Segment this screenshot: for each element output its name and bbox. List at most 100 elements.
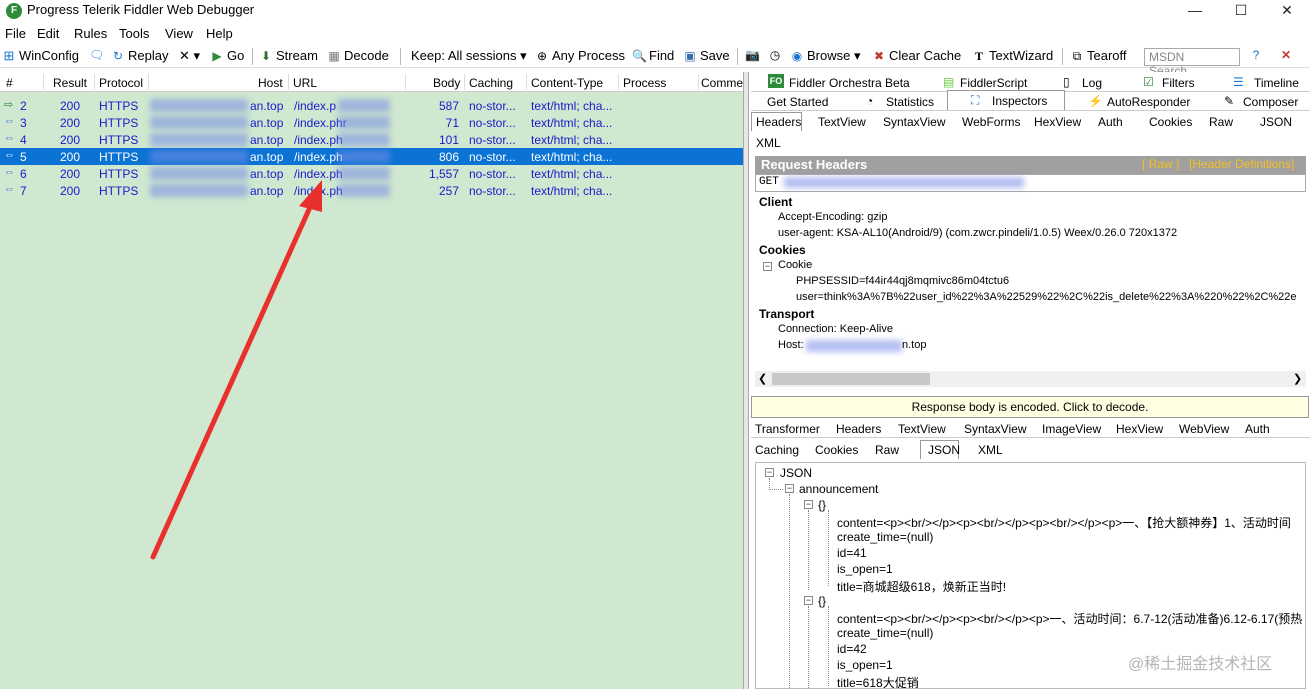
tab-log[interactable]: Log [1082, 76, 1102, 90]
browse-button[interactable]: ◉ Browse ▾ [790, 48, 861, 64]
log-icon: ▯ [1063, 75, 1070, 89]
resp-tab-cookies[interactable]: Cookies [815, 443, 858, 457]
resp-tab-webview[interactable]: WebView [1179, 422, 1229, 436]
column-divider [464, 74, 465, 90]
resp-tab-auth[interactable]: Auth [1245, 422, 1270, 436]
session-row[interactable]: ⇨ 2 200 HTTPS an.top/index.p 587 no-stor... tex… [0, 97, 743, 114]
tab-fiddler-orchestra[interactable]: Fiddler Orchestra Beta [789, 76, 910, 90]
menu-rules[interactable]: Rules [74, 26, 107, 41]
cookie-collapse-toggle[interactable]: − [763, 262, 772, 271]
clear-cache-button[interactable]: ✖ Clear Cache [872, 48, 961, 63]
tab-timeline[interactable]: Timeline [1254, 76, 1299, 90]
item1-toggle[interactable]: − [804, 500, 813, 509]
req-tab-webforms[interactable]: WebForms [962, 115, 1020, 129]
req-tab-cookies[interactable]: Cookies [1149, 115, 1192, 129]
session-row[interactable]: ⇔ 3 200 HTTPS an.top/index.phr 71 no-stor... te… [0, 114, 743, 131]
timer-button[interactable]: ◷ [768, 48, 782, 62]
header-definitions-link[interactable]: [Header Definitions] [1189, 157, 1294, 171]
tearoff-button[interactable]: ⧉ Tearoff [1070, 48, 1127, 63]
scroll-left-icon[interactable]: ❮ [758, 372, 767, 385]
col-content-type[interactable]: Content-Type [531, 76, 603, 90]
req-tab-hexview[interactable]: HexView [1034, 115, 1081, 129]
remove-button[interactable]: ✕ ▾ [179, 48, 200, 64]
composer-pencil-icon: ✎ [1224, 94, 1235, 108]
any-process-button[interactable]: ⊕ Any Process [535, 48, 625, 63]
item1-id: id=41 [837, 546, 867, 560]
col-url[interactable]: URL [293, 76, 317, 90]
help-button[interactable]: ? [1249, 48, 1263, 62]
resp-tab-imageview[interactable]: ImageView [1042, 422, 1101, 436]
json-root-toggle[interactable]: − [765, 468, 774, 477]
tearoff-label: Tearoff [1087, 48, 1127, 63]
resp-tab-syntaxview[interactable]: SyntaxView [964, 422, 1026, 436]
redacted-host [150, 167, 248, 180]
keep-sessions-dropdown[interactable]: Keep: All sessions ▾ [411, 48, 527, 64]
resp-tab-raw[interactable]: Raw [875, 443, 899, 457]
maximize-button[interactable]: ☐ [1218, 0, 1264, 22]
resp-tab-transformer[interactable]: Transformer [755, 422, 820, 436]
msdn-search-input[interactable]: MSDN Search... [1144, 48, 1240, 78]
tab-statistics[interactable]: Statistics [886, 95, 934, 109]
resp-tab-caching[interactable]: Caching [755, 443, 799, 457]
req-tab-headers[interactable]: Headers [756, 115, 801, 129]
col-host[interactable]: Host [258, 76, 283, 90]
resp-tab-json[interactable]: JSON [928, 443, 960, 457]
tab-filters[interactable]: Filters [1162, 76, 1195, 90]
col-process[interactable]: Process [623, 76, 666, 90]
menu-edit[interactable]: Edit [37, 26, 59, 41]
find-button[interactable]: 🔍 Find [632, 48, 674, 63]
comment-button[interactable]: 🗨 [89, 48, 104, 62]
close-button[interactable]: ✕ [1264, 0, 1310, 22]
col-comments[interactable]: Commen [701, 76, 743, 90]
session-row[interactable]: ⇔ 7 200 HTTPS an.top/index.ph 257 no-stor... te… [0, 182, 743, 199]
tab-autoresponder[interactable]: AutoResponder [1107, 95, 1190, 109]
session-caching: no-stor... [469, 99, 516, 113]
req-tab-raw[interactable]: Raw [1209, 115, 1233, 129]
session-row[interactable]: ⇔ 4 200 HTTPS an.top/index.ph 101 no-stor... te… [0, 131, 743, 148]
decode-notice-bar[interactable]: Response body is encoded. Click to decod… [751, 396, 1309, 418]
session-row[interactable]: ⇔ 5 200 HTTPS an.top/index.ph 806 no-stor... te… [0, 148, 743, 165]
textwizard-button[interactable]: T TextWizard [972, 48, 1053, 63]
resp-tab-textview[interactable]: TextView [898, 422, 946, 436]
session-body: 71 [445, 116, 459, 130]
save-button[interactable]: ▣ Save [683, 48, 729, 63]
col-caching[interactable]: Caching [469, 76, 513, 90]
raw-link[interactable]: [ Raw ] [1142, 157, 1179, 171]
menu-tools[interactable]: Tools [119, 26, 149, 41]
col-number[interactable]: # [6, 76, 13, 90]
go-button[interactable]: ▶ Go [210, 48, 244, 63]
announcement-toggle[interactable]: − [785, 484, 794, 493]
req-tab-auth[interactable]: Auth [1098, 115, 1123, 129]
session-ctype: text/html; cha... [531, 116, 613, 130]
tab-fiddlerscript[interactable]: FiddlerScript [960, 76, 1027, 90]
menu-file[interactable]: File [5, 26, 26, 41]
tab-composer[interactable]: Composer [1243, 95, 1298, 109]
item1-create-time: create_time=(null) [837, 530, 934, 544]
tab-inspectors[interactable]: Inspectors [992, 94, 1047, 108]
req-tab-xml[interactable]: XML [756, 136, 781, 150]
decode-button[interactable]: ▦ Decode [327, 48, 388, 63]
stream-button[interactable]: ⬇ Stream [259, 48, 318, 63]
replay-button[interactable]: ↻ Replay [111, 48, 169, 63]
req-tab-json[interactable]: JSON [1260, 115, 1292, 129]
item2-toggle[interactable]: − [804, 596, 813, 605]
col-protocol[interactable]: Protocol [99, 76, 143, 90]
sessions-list[interactable]: # Result Protocol Host URL Body Caching … [0, 72, 743, 689]
scrollbar-thumb[interactable] [772, 373, 930, 385]
menu-view[interactable]: View [165, 26, 193, 41]
minimize-button[interactable]: — [1172, 0, 1218, 22]
resp-tab-hexview[interactable]: HexView [1116, 422, 1163, 436]
col-body[interactable]: Body [433, 76, 460, 90]
session-row[interactable]: ⇔ 6 200 HTTPS an.top/index.ph 1,557 no-stor...… [0, 165, 743, 182]
screenshot-button[interactable]: 📷 [745, 48, 760, 62]
resp-tab-xml[interactable]: XML [978, 443, 1003, 457]
col-result[interactable]: Result [53, 76, 87, 90]
resp-tab-headers[interactable]: Headers [836, 422, 881, 436]
req-tab-textview[interactable]: TextView [818, 115, 866, 129]
scroll-right-icon[interactable]: ❯ [1293, 372, 1302, 385]
tab-get-started[interactable]: Get Started [767, 95, 828, 109]
close-toolbar-button[interactable]: ✕ [1279, 48, 1293, 62]
winconfig-button[interactable]: ⊞ WinConfig [2, 48, 79, 63]
menu-help[interactable]: Help [206, 26, 233, 41]
req-tab-syntaxview[interactable]: SyntaxView [883, 115, 945, 129]
